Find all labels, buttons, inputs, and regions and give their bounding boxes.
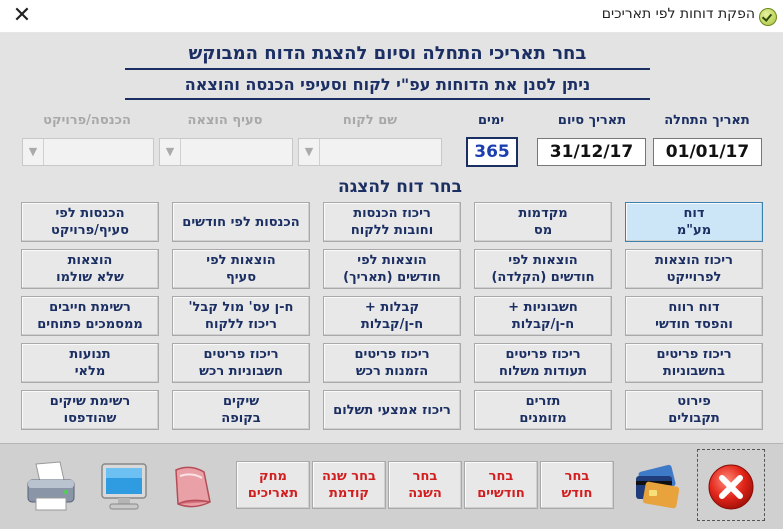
receipts-button[interactable]: קבלות + ח-ן/קבלות <box>323 296 461 336</box>
select-month-button[interactable]: בחר חודש <box>540 461 614 509</box>
invoices-vs-receipts-button[interactable]: ח-ן עס' מול קבל' ריכוז ללקוח <box>172 296 310 336</box>
invoice-items-button[interactable]: ריכוז פריטים בחשבוניות <box>625 343 763 383</box>
payment-methods-button[interactable]: ריכוז אמצעי תשלום <box>323 390 461 430</box>
days-count-field: 365 <box>466 137 518 167</box>
printed-checks-button[interactable]: רשימת שיקים שהודפסו <box>21 390 159 430</box>
income-by-month-button[interactable]: הכנסות לפי חודשים <box>172 202 310 242</box>
expenses-by-month-date-button[interactable]: הוצאות לפי חודשים (תאריך) <box>323 249 461 289</box>
income-by-section-button[interactable]: הכנסות לפי סעיף/פרויקט <box>21 202 159 242</box>
project-expenses-button[interactable]: ריכוז הוצאות לפרוייקט <box>625 249 763 289</box>
customer-label: שם לקוח <box>342 113 398 128</box>
chevron-down-icon[interactable]: ▼ <box>23 139 44 165</box>
receipts-detail-button[interactable]: פירוט תקבולים <box>625 390 763 430</box>
printer-icon[interactable] <box>22 458 80 514</box>
end-date-label: תאריך סיום <box>557 113 627 128</box>
start-date-label: תאריך התחלה <box>664 113 750 128</box>
select-two-months-button[interactable]: בחר חודשיים <box>464 461 538 509</box>
purchase-invoice-items-button[interactable]: ריכוז פריטים חשבוניות רכש <box>172 343 310 383</box>
title-bar: ✕ הפקת דוחות לפי תאריכים <box>0 0 783 33</box>
inventory-movements-button[interactable]: תנועות מלאי <box>21 343 159 383</box>
customer-select[interactable]: ▼ <box>298 138 442 166</box>
expense-section-label: סעיף הוצאה <box>187 113 263 128</box>
expenses-by-section-button[interactable]: הוצאות לפי סעיף <box>172 249 310 289</box>
purchase-order-items-button[interactable]: ריכוז פריטים הזמנות רכש <box>323 343 461 383</box>
delivery-items-button[interactable]: ריכוז פריטים תעודות משלוח <box>474 343 612 383</box>
close-icon[interactable]: ✕ <box>8 3 36 29</box>
chevron-down-icon[interactable]: ▼ <box>299 139 320 165</box>
end-date-field[interactable]: 31/12/17 <box>537 138 646 166</box>
tax-advances-button[interactable]: מקדמות מס <box>474 202 612 242</box>
filter-subheading: ניתן לסנן את הדוחות עפ"י לקוח וסעיפי הכנ… <box>125 75 650 100</box>
exit-icon[interactable] <box>698 450 764 520</box>
debtors-list-button[interactable]: רשימת חייבים ממסמכים פתוחים <box>21 296 159 336</box>
select-year-button[interactable]: בחר השנה <box>388 461 462 509</box>
instruction-heading: בחר תאריכי התחלה וסיום להצגת הדוח המבוקש <box>125 43 650 70</box>
eraser-icon[interactable] <box>164 462 220 512</box>
clear-dates-button[interactable]: מחק תאריכים <box>236 461 310 509</box>
expense-section-select[interactable]: ▼ <box>159 138 293 166</box>
monthly-pnl-button[interactable]: דוח רווח והפסד חודשי <box>625 296 763 336</box>
report-panel: בחר תאריכי התחלה וסיום להצגת הדוח המבוקש… <box>0 33 783 443</box>
unpaid-expenses-button[interactable]: הוצאות שלא שולמו <box>21 249 159 289</box>
days-label: ימים <box>477 113 505 128</box>
checks-in-cashbox-button[interactable]: שיקים בקופה <box>172 390 310 430</box>
credit-cards-icon[interactable] <box>630 462 682 510</box>
customer-income-debts-button[interactable]: ריכוז הכנסות וחובות ללקוח <box>323 202 461 242</box>
start-date-field[interactable]: 01/01/17 <box>653 138 762 166</box>
income-project-label: הכנסה/פרויקט <box>43 113 131 128</box>
chevron-down-icon[interactable]: ▼ <box>160 139 181 165</box>
exit-button[interactable] <box>697 449 765 521</box>
cash-flow-button[interactable]: תזרים מזומנים <box>474 390 612 430</box>
income-project-select[interactable]: ▼ <box>22 138 154 166</box>
window-title: הפקת דוחות לפי תאריכים <box>601 6 755 22</box>
report-section-title: בחר דוח להצגה <box>338 177 462 197</box>
invoices-receipts-button[interactable]: חשבוניות + ח-ן/קבלות <box>474 296 612 336</box>
app-check-icon <box>759 8 777 26</box>
bottom-toolbar: בחר חודש בחר חודשיים בחר השנה בחר שנה קו… <box>0 443 783 529</box>
expenses-by-month-entry-button[interactable]: הוצאות לפי חודשים (הקלדה) <box>474 249 612 289</box>
vat-report-button[interactable]: דוח מע"מ <box>625 202 763 242</box>
monitor-icon[interactable] <box>96 460 152 514</box>
select-previous-year-button[interactable]: בחר שנה קודמת <box>312 461 386 509</box>
